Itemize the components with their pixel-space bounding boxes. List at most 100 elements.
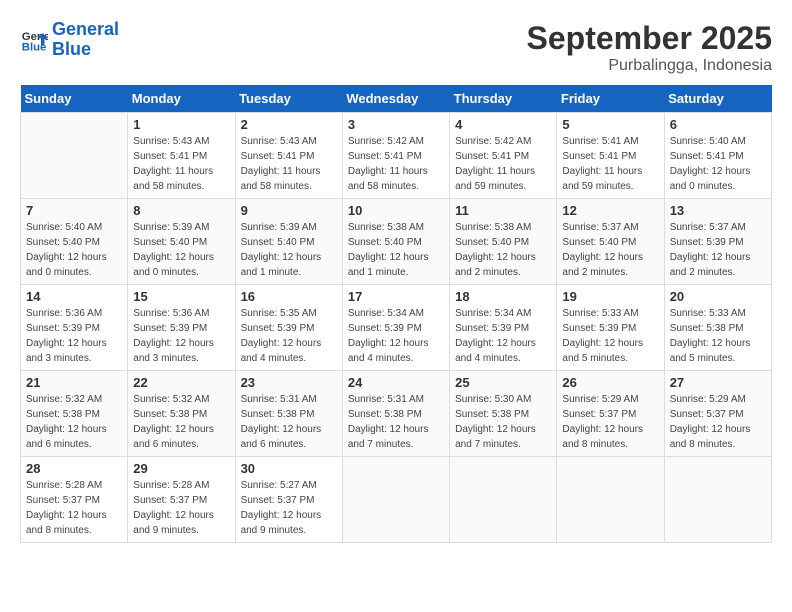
day-number: 22 — [133, 375, 229, 390]
day-info: Sunrise: 5:41 AMSunset: 5:41 PMDaylight:… — [562, 134, 658, 194]
calendar-cell: 18 Sunrise: 5:34 AMSunset: 5:39 PMDayligh… — [450, 285, 557, 371]
logo-text-general: General — [52, 19, 119, 39]
calendar-cell — [342, 457, 449, 543]
calendar-week-4: 21 Sunrise: 5:32 AMSunset: 5:38 PMDayligh… — [21, 371, 772, 457]
day-number: 24 — [348, 375, 444, 390]
calendar-cell: 7Sunrise: 5:40 AMSunset: 5:40 PMDaylight… — [21, 199, 128, 285]
calendar-cell: 23 Sunrise: 5:31 AMSunset: 5:38 PMDayligh… — [235, 371, 342, 457]
day-number: 20 — [670, 289, 766, 304]
calendar-table: SundayMondayTuesdayWednesdayThursdayFrid… — [20, 85, 772, 543]
day-info: Sunrise: 5:32 AMSunset: 5:38 PMDaylight:… — [133, 392, 229, 452]
calendar-cell: 11 Sunrise: 5:38 AMSunset: 5:40 PMDayligh… — [450, 199, 557, 285]
day-number: 19 — [562, 289, 658, 304]
day-number: 25 — [455, 375, 551, 390]
calendar-week-5: 28 Sunrise: 5:28 AMSunset: 5:37 PMDayligh… — [21, 457, 772, 543]
day-number: 27 — [670, 375, 766, 390]
logo-text-blue: Blue — [52, 39, 91, 59]
calendar-week-2: 7Sunrise: 5:40 AMSunset: 5:40 PMDaylight… — [21, 199, 772, 285]
day-number: 21 — [26, 375, 122, 390]
calendar-cell: 1 Sunrise: 5:43 AMSunset: 5:41 PMDaylight… — [128, 113, 235, 199]
calendar-cell: 19 Sunrise: 5:33 AMSunset: 5:39 PMDayligh… — [557, 285, 664, 371]
day-info: Sunrise: 5:34 AMSunset: 5:39 PMDaylight:… — [348, 306, 444, 366]
calendar-cell: 10Sunrise: 5:38 AMSunset: 5:40 PMDayligh… — [342, 199, 449, 285]
day-number: 18 — [455, 289, 551, 304]
day-number: 3 — [348, 117, 444, 132]
day-info: Sunrise: 5:43 AMSunset: 5:41 PMDaylight:… — [241, 134, 337, 194]
weekday-header-friday: Friday — [557, 85, 664, 113]
day-info: Sunrise: 5:37 AMSunset: 5:39 PMDaylight:… — [670, 220, 766, 280]
calendar-cell: 13 Sunrise: 5:37 AMSunset: 5:39 PMDayligh… — [664, 199, 771, 285]
page-header: General Blue General Blue September 2025… — [20, 20, 772, 75]
calendar-cell: 29 Sunrise: 5:28 AMSunset: 5:37 PMDayligh… — [128, 457, 235, 543]
day-info: Sunrise: 5:29 AMSunset: 5:37 PMDaylight:… — [670, 392, 766, 452]
day-info: Sunrise: 5:39 AMSunset: 5:40 PMDaylight:… — [133, 220, 229, 280]
day-number: 30 — [241, 461, 337, 476]
calendar-cell: 4Sunrise: 5:42 AMSunset: 5:41 PMDaylight… — [450, 113, 557, 199]
day-info: Sunrise: 5:42 AMSunset: 5:41 PMDaylight:… — [455, 134, 551, 194]
month-title: September 2025 — [527, 20, 772, 57]
day-number: 15 — [133, 289, 229, 304]
weekday-header-thursday: Thursday — [450, 85, 557, 113]
calendar-week-1: 1 Sunrise: 5:43 AMSunset: 5:41 PMDaylight… — [21, 113, 772, 199]
day-number: 2 — [241, 117, 337, 132]
day-number: 12 — [562, 203, 658, 218]
day-number: 13 — [670, 203, 766, 218]
calendar-cell: 28Sunrise: 5:28 AMSunset: 5:37 PMDayligh… — [21, 457, 128, 543]
calendar-cell: 22 Sunrise: 5:32 AMSunset: 5:38 PMDayligh… — [128, 371, 235, 457]
day-number: 26 — [562, 375, 658, 390]
day-number: 11 — [455, 203, 551, 218]
day-info: Sunrise: 5:30 AMSunset: 5:38 PMDaylight:… — [455, 392, 551, 452]
weekday-header-saturday: Saturday — [664, 85, 771, 113]
calendar-cell: 24Sunrise: 5:31 AMSunset: 5:38 PMDayligh… — [342, 371, 449, 457]
day-info: Sunrise: 5:36 AMSunset: 5:39 PMDaylight:… — [26, 306, 122, 366]
day-number: 17 — [348, 289, 444, 304]
calendar-cell — [21, 113, 128, 199]
day-number: 23 — [241, 375, 337, 390]
day-info: Sunrise: 5:29 AMSunset: 5:37 PMDaylight:… — [562, 392, 658, 452]
day-info: Sunrise: 5:27 AMSunset: 5:37 PMDaylight:… — [241, 478, 337, 538]
weekday-header-monday: Monday — [128, 85, 235, 113]
calendar-week-3: 14 Sunrise: 5:36 AMSunset: 5:39 PMDayligh… — [21, 285, 772, 371]
day-number: 7 — [26, 203, 122, 218]
day-info: Sunrise: 5:33 AMSunset: 5:38 PMDaylight:… — [670, 306, 766, 366]
calendar-cell: 16Sunrise: 5:35 AMSunset: 5:39 PMDayligh… — [235, 285, 342, 371]
calendar-cell: 12Sunrise: 5:37 AMSunset: 5:40 PMDayligh… — [557, 199, 664, 285]
day-number: 10 — [348, 203, 444, 218]
day-info: Sunrise: 5:43 AMSunset: 5:41 PMDaylight:… — [133, 134, 229, 194]
day-info: Sunrise: 5:33 AMSunset: 5:39 PMDaylight:… — [562, 306, 658, 366]
calendar-cell — [557, 457, 664, 543]
calendar-cell: 25 Sunrise: 5:30 AMSunset: 5:38 PMDayligh… — [450, 371, 557, 457]
day-number: 14 — [26, 289, 122, 304]
day-info: Sunrise: 5:38 AMSunset: 5:40 PMDaylight:… — [455, 220, 551, 280]
day-info: Sunrise: 5:42 AMSunset: 5:41 PMDaylight:… — [348, 134, 444, 194]
day-number: 6 — [670, 117, 766, 132]
calendar-cell: 5Sunrise: 5:41 AMSunset: 5:41 PMDaylight… — [557, 113, 664, 199]
day-number: 1 — [133, 117, 229, 132]
calendar-cell: 14 Sunrise: 5:36 AMSunset: 5:39 PMDayligh… — [21, 285, 128, 371]
day-info: Sunrise: 5:34 AMSunset: 5:39 PMDaylight:… — [455, 306, 551, 366]
weekday-header-tuesday: Tuesday — [235, 85, 342, 113]
calendar-cell: 8 Sunrise: 5:39 AMSunset: 5:40 PMDaylight… — [128, 199, 235, 285]
day-number: 16 — [241, 289, 337, 304]
day-info: Sunrise: 5:40 AMSunset: 5:41 PMDaylight:… — [670, 134, 766, 194]
title-area: September 2025 Purbalingga, Indonesia — [527, 20, 772, 75]
day-info: Sunrise: 5:36 AMSunset: 5:39 PMDaylight:… — [133, 306, 229, 366]
calendar-cell: 6 Sunrise: 5:40 AMSunset: 5:41 PMDaylight… — [664, 113, 771, 199]
day-number: 29 — [133, 461, 229, 476]
calendar-cell: 17 Sunrise: 5:34 AMSunset: 5:39 PMDayligh… — [342, 285, 449, 371]
weekday-header-sunday: Sunday — [21, 85, 128, 113]
logo-icon: General Blue — [20, 26, 48, 54]
calendar-cell: 21 Sunrise: 5:32 AMSunset: 5:38 PMDayligh… — [21, 371, 128, 457]
calendar-cell: 9Sunrise: 5:39 AMSunset: 5:40 PMDaylight… — [235, 199, 342, 285]
day-number: 8 — [133, 203, 229, 218]
calendar-cell — [664, 457, 771, 543]
day-info: Sunrise: 5:31 AMSunset: 5:38 PMDaylight:… — [241, 392, 337, 452]
day-number: 28 — [26, 461, 122, 476]
calendar-cell: 30 Sunrise: 5:27 AMSunset: 5:37 PMDayligh… — [235, 457, 342, 543]
day-info: Sunrise: 5:32 AMSunset: 5:38 PMDaylight:… — [26, 392, 122, 452]
day-info: Sunrise: 5:28 AMSunset: 5:37 PMDaylight:… — [133, 478, 229, 538]
calendar-cell: 20 Sunrise: 5:33 AMSunset: 5:38 PMDayligh… — [664, 285, 771, 371]
calendar-cell — [450, 457, 557, 543]
calendar-cell: 27 Sunrise: 5:29 AMSunset: 5:37 PMDayligh… — [664, 371, 771, 457]
day-number: 9 — [241, 203, 337, 218]
